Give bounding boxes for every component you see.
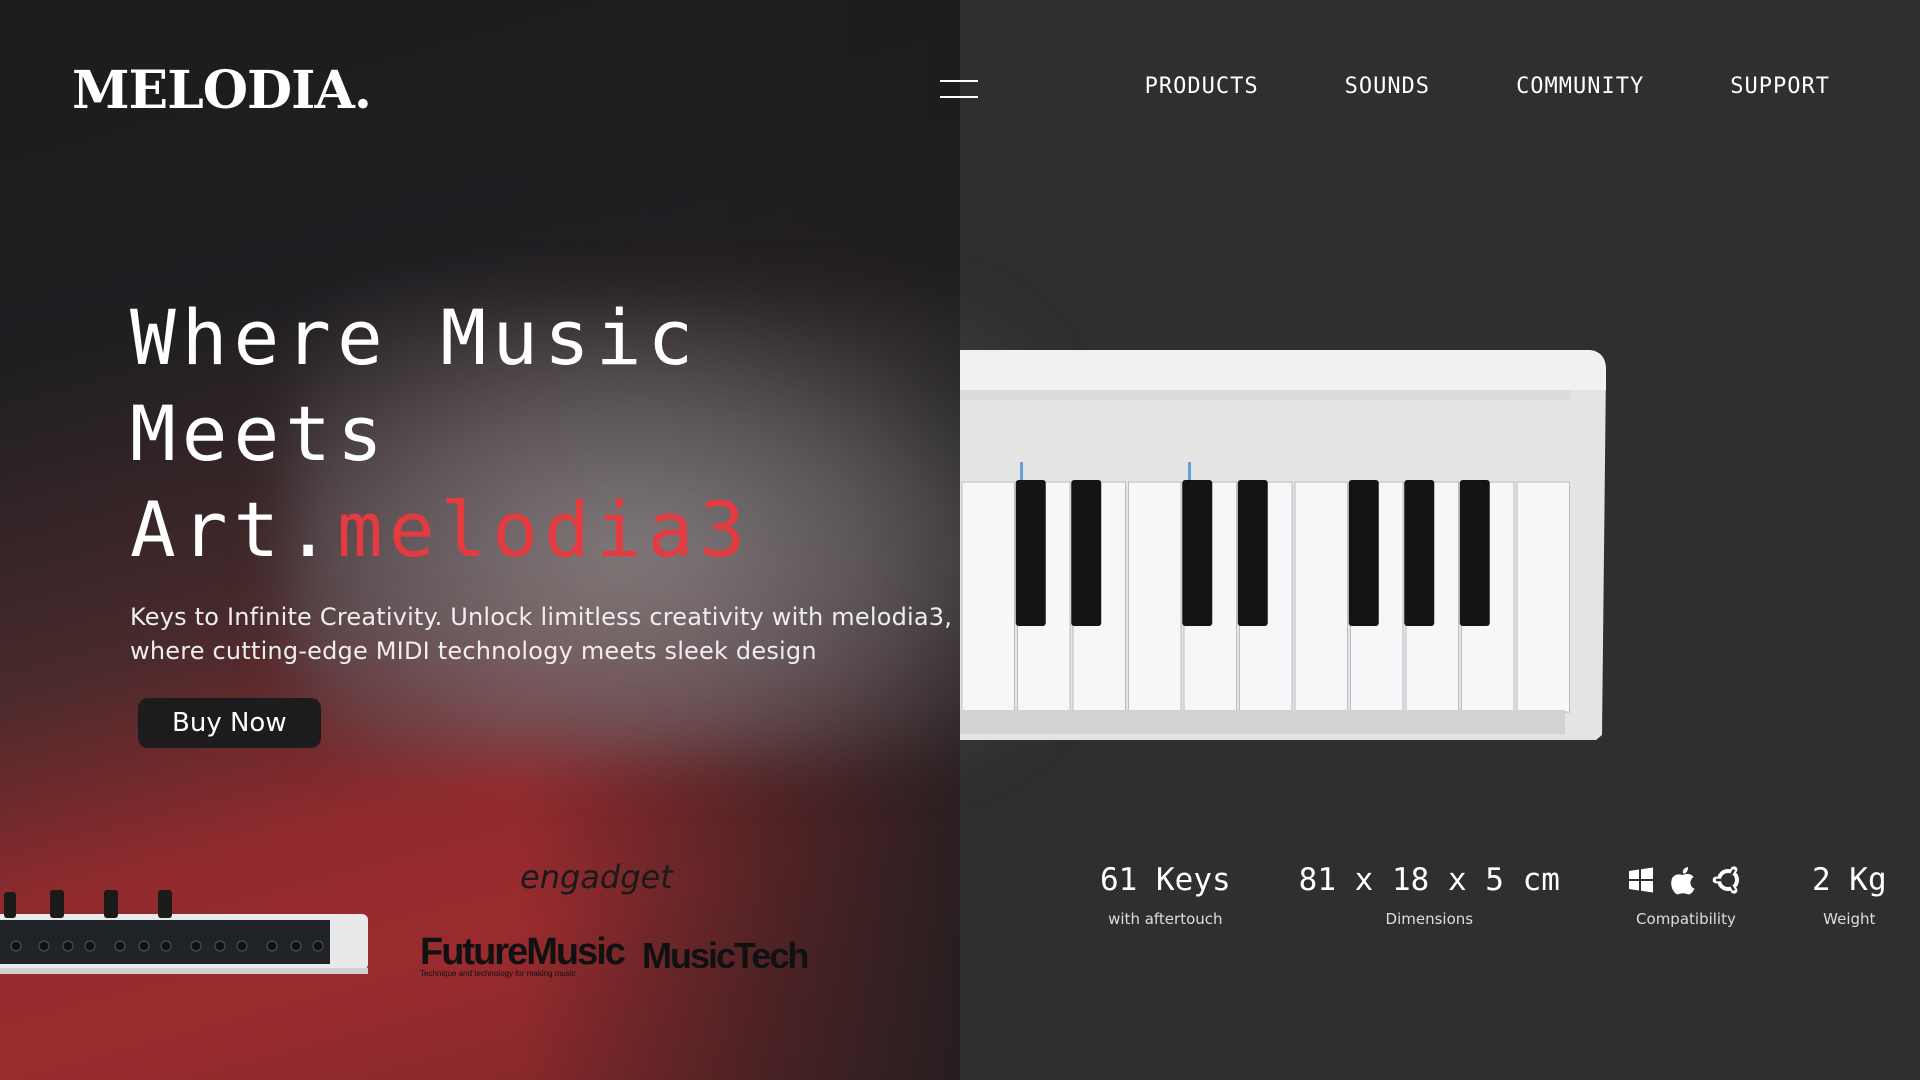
spec-keys-label: with aftertouch [1108, 910, 1223, 928]
musictech-logo: MusicTech [642, 935, 809, 976]
spec-dimensions-label: Dimensions [1385, 910, 1474, 928]
windows-icon [1628, 867, 1653, 893]
futuremusic-wordmark: FutureMusic [420, 931, 626, 973]
apple-icon [1671, 867, 1695, 895]
white-key [1128, 481, 1182, 713]
black-key [1237, 480, 1268, 626]
buy-now-button[interactable]: Buy Now [138, 698, 321, 748]
spec-weight-label: Weight [1823, 910, 1876, 928]
black-key [1182, 480, 1213, 626]
spec-compatibility-label: Compatibility [1636, 910, 1736, 928]
black-key [1404, 480, 1435, 626]
black-key [1459, 480, 1490, 626]
engadget-logo: engadget [520, 858, 673, 896]
white-key [1294, 481, 1348, 713]
ubuntu-icon [1712, 866, 1739, 894]
spec-compatibility: Compatibility [1628, 862, 1744, 928]
specs-bar: 61 Keys with aftertouch 81 x 18 x 5 cm D… [1100, 862, 1887, 928]
spec-weight-value: 2 Kg [1811, 862, 1887, 898]
main-nav: PRODUCTS SOUNDS COMMUNITY SUPPORT [1059, 74, 1830, 99]
hero-title-line1: Where Music [130, 293, 700, 382]
hero-section: Where Music Meets Art.melodia3 Keys to I… [130, 290, 970, 748]
black-key [1348, 480, 1379, 626]
nav-item-support[interactable]: SUPPORT [1730, 74, 1830, 99]
spec-keys-value: 61 Keys [1100, 862, 1231, 898]
white-key [1516, 481, 1570, 713]
hero-title-accent: melodia3 [337, 485, 752, 574]
nav-item-sounds[interactable]: SOUNDS [1345, 74, 1430, 99]
nav-item-products[interactable]: PRODUCTS [1145, 74, 1259, 99]
hero-title: Where Music Meets Art.melodia3 [130, 290, 970, 578]
midi-controller-image [0, 890, 368, 974]
spec-dimensions-value: 81 x 18 x 5 cm [1298, 862, 1560, 898]
brand-logo[interactable]: MELODIA. [72, 60, 372, 121]
menu-icon[interactable] [940, 80, 978, 98]
futuremusic-logo: FutureMusic Technique and technology for… [420, 931, 626, 978]
spec-dimensions: 81 x 18 x 5 cm Dimensions [1299, 862, 1560, 928]
hero-subtitle: Keys to Infinite Creativity. Unlock limi… [130, 603, 953, 665]
spec-weight: 2 Kg Weight [1812, 862, 1887, 928]
keyboard-product-image [960, 350, 1606, 740]
black-key [1071, 480, 1102, 626]
black-key [1015, 480, 1046, 626]
nav-item-community[interactable]: COMMUNITY [1516, 74, 1644, 99]
spec-keys: 61 Keys with aftertouch [1100, 862, 1231, 928]
